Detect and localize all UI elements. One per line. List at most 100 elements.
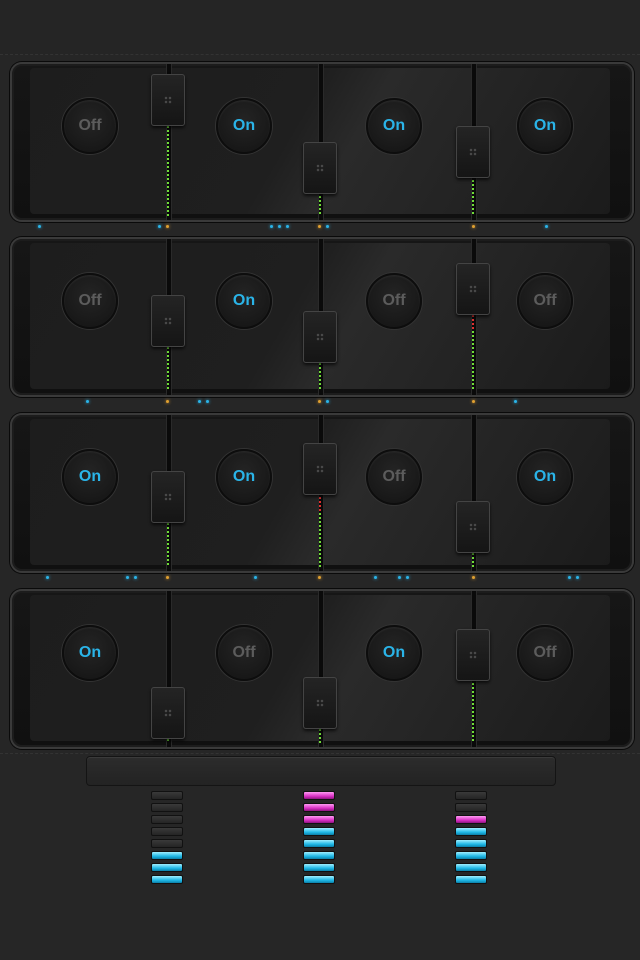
toggle-button-3-2[interactable]: On <box>216 449 272 505</box>
meter-dot <box>167 355 169 357</box>
indicator-led <box>374 576 377 579</box>
toggle-button-3-3[interactable]: Off <box>366 449 422 505</box>
toggle-button-1-4[interactable]: On <box>517 98 573 154</box>
mixer-row-1: Off On On On <box>10 62 634 222</box>
fader-1-2[interactable] <box>303 142 337 194</box>
meter-dot <box>472 707 474 709</box>
meter-dot <box>472 553 474 555</box>
fader-2-2[interactable] <box>303 311 337 363</box>
meter-dot <box>472 387 474 389</box>
toggle-button-3-1[interactable]: On <box>62 449 118 505</box>
grip-icon <box>316 699 324 707</box>
meter-dot <box>319 367 321 369</box>
level-segment <box>303 863 335 872</box>
fader-3-3[interactable] <box>456 501 490 553</box>
level-segment <box>303 827 335 836</box>
level-dots-2-2 <box>319 363 321 393</box>
toggle-button-1-1[interactable]: Off <box>62 98 118 154</box>
meter-dot <box>472 347 474 349</box>
meter-dot <box>472 212 474 214</box>
meter-dot <box>472 695 474 697</box>
level-dots-4-1 <box>167 739 169 745</box>
toggle-button-1-2[interactable]: On <box>216 98 272 154</box>
meter-dot <box>472 383 474 385</box>
fader-3-1[interactable] <box>151 471 185 523</box>
indicator-led <box>326 400 329 403</box>
meter-dot <box>472 184 474 186</box>
meter-dot <box>167 174 169 176</box>
level-segment <box>151 851 183 860</box>
fader-4-3[interactable] <box>456 629 490 681</box>
fader-2-3[interactable] <box>456 263 490 315</box>
indicator-led <box>206 400 209 403</box>
mixer-row-4: On Off On Off <box>10 589 634 749</box>
meter-dot <box>167 359 169 361</box>
meter-dot <box>319 741 321 743</box>
meter-dot <box>319 379 321 381</box>
top-strip <box>0 0 640 55</box>
meter-dot <box>167 182 169 184</box>
toggle-button-4-4[interactable]: Off <box>517 625 573 681</box>
meter-dot <box>472 208 474 210</box>
toggle-button-1-3[interactable]: On <box>366 98 422 154</box>
meter-dot <box>472 200 474 202</box>
grip-icon <box>164 317 172 325</box>
toggle-button-4-2[interactable]: Off <box>216 625 272 681</box>
meter-dot <box>319 509 321 511</box>
level-segment <box>303 791 335 800</box>
level-dots-2-1 <box>167 347 169 393</box>
grip-icon <box>316 465 324 473</box>
indicator-led <box>472 576 475 579</box>
fader-4-1[interactable] <box>151 687 185 739</box>
fader-1-1[interactable] <box>151 74 185 126</box>
indicator-led <box>86 400 89 403</box>
meter-dot <box>167 375 169 377</box>
indicator-led <box>278 225 281 228</box>
level-segment <box>303 851 335 860</box>
meter-dot <box>472 735 474 737</box>
indicator-led <box>472 225 475 228</box>
toggle-button-2-4[interactable]: Off <box>517 273 573 329</box>
meter-dot <box>472 557 474 559</box>
meter-dot <box>472 561 474 563</box>
indicator-led <box>398 576 401 579</box>
indicator-led <box>318 225 321 228</box>
meter-dot <box>472 188 474 190</box>
meter-dot <box>167 178 169 180</box>
meter-dot <box>319 200 321 202</box>
meter-dot <box>167 166 169 168</box>
toggle-button-3-4[interactable]: On <box>517 449 573 505</box>
meter-dot <box>472 327 474 329</box>
toggle-button-2-3[interactable]: Off <box>366 273 422 329</box>
meter-dot <box>319 541 321 543</box>
meter-dot <box>319 212 321 214</box>
toggle-button-2-1[interactable]: Off <box>62 273 118 329</box>
fader-1-3[interactable] <box>456 126 490 178</box>
fader-2-1[interactable] <box>151 295 185 347</box>
meter-dot <box>472 699 474 701</box>
meter-dot <box>472 375 474 377</box>
led-strip-1 <box>0 222 640 232</box>
meter-dot <box>319 196 321 198</box>
level-segment <box>151 827 183 836</box>
level-segment <box>455 863 487 872</box>
meter-dot <box>319 529 321 531</box>
meter-dot <box>319 525 321 527</box>
toggle-button-4-1[interactable]: On <box>62 625 118 681</box>
control-bar[interactable] <box>86 756 556 786</box>
grip-icon <box>164 709 172 717</box>
meter-dot <box>167 351 169 353</box>
meter-dot <box>167 170 169 172</box>
level-dots-4-2 <box>319 729 321 745</box>
grip-icon <box>316 333 324 341</box>
indicator-led <box>126 576 129 579</box>
toggle-button-4-3[interactable]: On <box>366 625 422 681</box>
meter-dot <box>319 545 321 547</box>
meter-dot <box>167 146 169 148</box>
meter-dot <box>167 383 169 385</box>
fader-4-2[interactable] <box>303 677 337 729</box>
meter-dot <box>472 319 474 321</box>
indicator-led <box>545 225 548 228</box>
toggle-button-2-2[interactable]: On <box>216 273 272 329</box>
fader-3-2[interactable] <box>303 443 337 495</box>
